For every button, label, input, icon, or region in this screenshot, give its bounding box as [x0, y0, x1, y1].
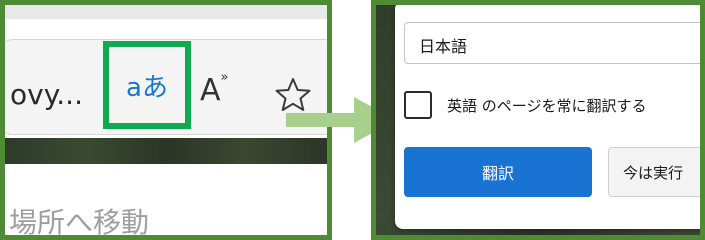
not-now-button[interactable]: 今は実行	[608, 147, 700, 197]
translate-button-highlight[interactable]: aあ	[103, 41, 191, 129]
always-translate-label: 英語 のページを常に翻訳する	[447, 97, 647, 115]
address-bar-text: ovy...	[10, 78, 83, 111]
page-background-strip	[5, 138, 327, 164]
translate-button[interactable]: 翻訳	[404, 147, 592, 197]
target-language-select[interactable]: 日本語	[404, 22, 700, 64]
read-aloud-icon[interactable]: A»	[200, 70, 229, 108]
target-language-value: 日本語	[419, 37, 468, 56]
right-screenshot-panel: 日本語 英語 のページを常に翻訳する 翻訳 今は実行	[371, 0, 705, 240]
translate-icon[interactable]: aあ	[109, 47, 185, 123]
suggestion-text: 場所へ移動	[9, 206, 150, 239]
always-translate-checkbox[interactable]	[404, 91, 432, 119]
left-screenshot-panel: ovy... aあ A» 場所へ移動	[0, 0, 332, 240]
